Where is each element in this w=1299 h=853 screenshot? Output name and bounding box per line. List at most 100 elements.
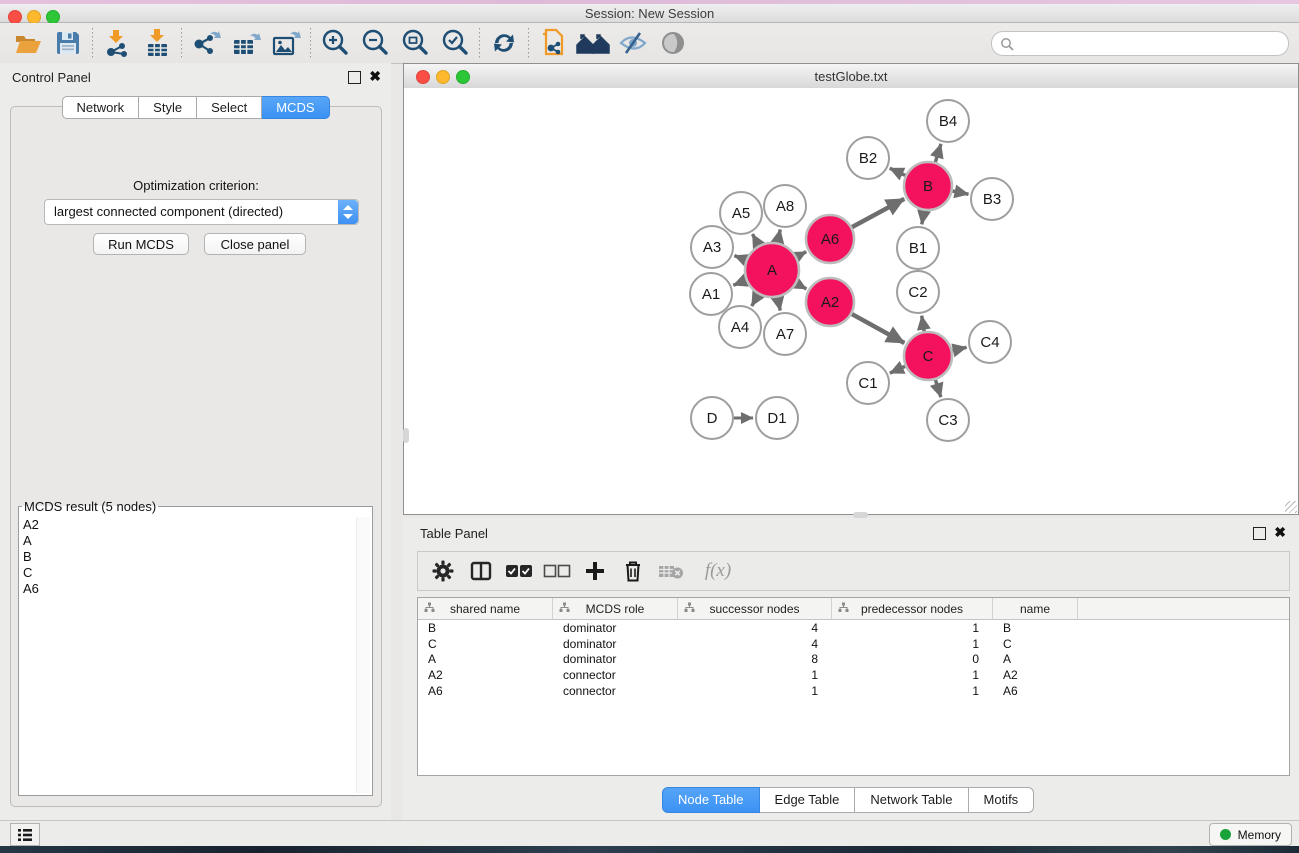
export-table-button[interactable] (226, 26, 266, 60)
function-builder-button[interactable]: f(x) (690, 555, 746, 587)
table-cell[interactable]: 1 (678, 684, 832, 698)
memory-button[interactable]: Memory (1209, 823, 1292, 846)
table-row[interactable]: A6connector11A6 (418, 683, 1289, 699)
import-table-button[interactable] (137, 26, 177, 60)
table-cell[interactable]: C (418, 637, 553, 651)
zoom-out-button[interactable] (355, 26, 395, 60)
graph-edge[interactable] (778, 230, 781, 243)
vertical-scroll-nub[interactable] (403, 428, 409, 443)
result-item[interactable]: A (21, 533, 356, 549)
table-cell[interactable]: 1 (678, 668, 832, 682)
table-cell[interactable]: 0 (832, 652, 993, 666)
column-visibility-button[interactable] (462, 555, 500, 587)
table-cell[interactable]: 4 (678, 637, 832, 651)
table-cell[interactable]: dominator (553, 637, 678, 651)
home-button[interactable] (573, 26, 613, 60)
table-cell[interactable]: A6 (993, 684, 1078, 698)
table-cell[interactable]: dominator (553, 621, 678, 635)
show-all-button[interactable] (653, 26, 693, 60)
graph-edge[interactable] (935, 380, 940, 397)
network-canvas[interactable]: B4B2BB3A8A5A6A3B1AC2A1A2A4A7C4CC1DD1C3 (404, 88, 1298, 514)
zoom-in-button[interactable] (315, 26, 355, 60)
table-cell[interactable]: B (418, 621, 553, 635)
graph-edge[interactable] (935, 144, 941, 162)
result-item[interactable]: B (21, 549, 356, 565)
delete-table-button[interactable] (652, 555, 690, 587)
table-row[interactable]: A2connector11A2 (418, 667, 1289, 683)
add-column-button[interactable] (576, 555, 614, 587)
open-file-button[interactable] (8, 26, 48, 60)
float-panel-icon[interactable] (348, 71, 361, 84)
tab-style[interactable]: Style (139, 96, 197, 119)
zoom-selected-button[interactable] (435, 26, 475, 60)
table-cell[interactable]: A2 (418, 668, 553, 682)
table-cell[interactable]: 4 (678, 621, 832, 635)
table-cell[interactable]: A2 (993, 668, 1078, 682)
column-header[interactable]: predecessor nodes (832, 598, 993, 619)
export-image-button[interactable] (266, 26, 306, 60)
table-cell[interactable]: A6 (418, 684, 553, 698)
delete-column-button[interactable] (614, 555, 652, 587)
table-cell[interactable]: B (993, 621, 1078, 635)
table-row[interactable]: Adominator80A (418, 652, 1289, 668)
close-panel-icon[interactable]: ✖ (1274, 524, 1286, 540)
result-item[interactable]: C (21, 565, 356, 581)
table-row[interactable]: Bdominator41B (418, 620, 1289, 636)
table-cell[interactable]: 1 (832, 684, 993, 698)
table-cell[interactable]: A (993, 652, 1078, 666)
mcds-result-list[interactable]: A2ABCA6 (21, 517, 356, 793)
result-scrollbar[interactable] (356, 517, 370, 793)
result-item[interactable]: A2 (21, 517, 356, 533)
table-cell[interactable]: connector (553, 668, 678, 682)
table-row[interactable]: Cdominator41C (418, 636, 1289, 652)
criterion-dropdown[interactable]: largest connected component (directed) (44, 199, 359, 225)
graph-edge[interactable] (797, 284, 807, 289)
close-panel-icon[interactable]: ✖ (369, 68, 381, 84)
panel-list-button[interactable] (10, 823, 40, 846)
table-cell[interactable]: 1 (832, 637, 993, 651)
save-session-button[interactable] (48, 26, 88, 60)
tab-motifs[interactable]: Motifs (969, 787, 1035, 813)
graph-edge[interactable] (733, 280, 746, 285)
tab-mcds[interactable]: MCDS (262, 96, 329, 119)
graph-edge[interactable] (852, 199, 904, 227)
apply-layout-button[interactable] (484, 26, 524, 60)
table-cell[interactable]: connector (553, 684, 678, 698)
table-cell[interactable]: 1 (832, 621, 993, 635)
result-item[interactable]: A6 (21, 581, 356, 597)
table-cell[interactable]: A (418, 652, 553, 666)
column-header[interactable]: shared name (418, 598, 553, 619)
export-network-button[interactable] (186, 26, 226, 60)
resize-grip[interactable] (1285, 501, 1297, 513)
graph-edge[interactable] (797, 252, 806, 257)
column-header[interactable]: name (993, 598, 1078, 619)
column-header[interactable]: MCDS role (553, 598, 678, 619)
network-window-titlebar[interactable]: testGlobe.txt (404, 64, 1298, 89)
graph-edge[interactable] (890, 168, 906, 175)
zoom-fit-button[interactable] (395, 26, 435, 60)
search-input[interactable] (1018, 34, 1288, 54)
table-cell[interactable]: C (993, 637, 1078, 651)
table-cell[interactable]: 8 (678, 652, 832, 666)
tab-network-table[interactable]: Network Table (855, 787, 968, 813)
graph-edge[interactable] (752, 294, 759, 306)
column-header[interactable]: successor nodes (678, 598, 832, 619)
graph-edge[interactable] (922, 316, 924, 332)
graph-edge[interactable] (890, 366, 905, 373)
run-mcds-button[interactable]: Run MCDS (93, 233, 189, 255)
graph-edge[interactable] (852, 314, 904, 343)
graph-edge[interactable] (752, 234, 758, 245)
tab-edge-table[interactable]: Edge Table (760, 787, 856, 813)
graph-edge[interactable] (734, 256, 745, 260)
network-from-file-button[interactable] (533, 26, 573, 60)
graph-edge[interactable] (778, 297, 781, 310)
search-box[interactable] (991, 31, 1289, 56)
node-table[interactable]: shared nameMCDS rolesuccessor nodesprede… (417, 597, 1290, 776)
table-cell[interactable]: 1 (832, 668, 993, 682)
graph-edge[interactable] (922, 211, 924, 225)
close-panel-button[interactable]: Close panel (204, 233, 306, 255)
hide-selected-button[interactable] (613, 26, 653, 60)
table-cell[interactable]: dominator (553, 652, 678, 666)
graph-edge[interactable] (952, 347, 966, 350)
select-all-button[interactable] (500, 555, 538, 587)
